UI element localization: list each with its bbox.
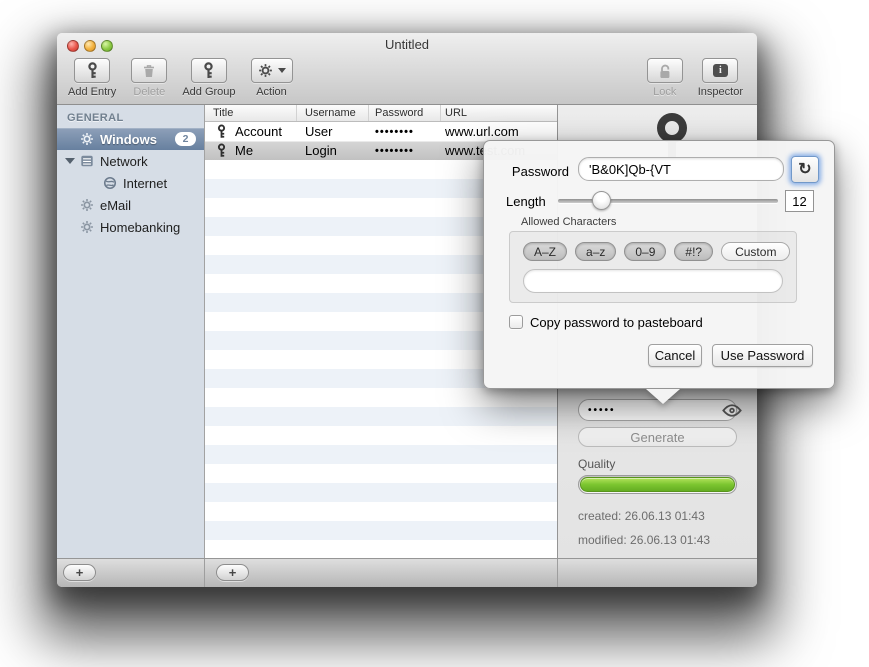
sidebar-section-header: GENERAL: [57, 105, 204, 128]
length-value-input[interactable]: [785, 190, 814, 212]
disclosure-triangle-icon[interactable]: [65, 158, 75, 164]
screenshot-canvas: Untitled Add Entry Delete Add Group: [0, 0, 869, 667]
password-label: Password: [506, 164, 569, 179]
generate-button[interactable]: Generate: [578, 427, 737, 447]
gear-icon: [80, 198, 94, 212]
sidebar-item-windows[interactable]: Windows 2: [57, 128, 204, 150]
charset-symbols-toggle[interactable]: #!?: [674, 242, 713, 261]
divider: [204, 559, 205, 587]
regenerate-button[interactable]: ↻: [791, 156, 819, 183]
length-slider-thumb[interactable]: [592, 191, 611, 210]
password-generator-popover: Password ↻ Length Allowed Characters A–Z…: [483, 140, 835, 389]
zoom-traffic-light[interactable]: [101, 40, 113, 52]
server-icon: [80, 154, 94, 168]
toolbar: Add Entry Delete Add Group Acti: [57, 55, 757, 105]
sidebar-item-internet[interactable]: Internet: [57, 172, 204, 194]
window-chrome: Untitled Add Entry Delete Add Group: [57, 33, 757, 105]
key-icon: [217, 143, 226, 158]
eye-icon[interactable]: [722, 404, 742, 417]
window-title: Untitled: [57, 33, 757, 56]
allowed-characters-groupbox: A–Z a–z 0–9 #!? Custom: [509, 231, 797, 303]
key-icon: [203, 62, 214, 79]
popover-arrow: [646, 389, 680, 404]
quality-progress-fill: [580, 477, 735, 492]
gear-icon: [258, 63, 273, 78]
toolbar-delete[interactable]: Delete: [131, 58, 167, 98]
titlebar[interactable]: Untitled: [57, 33, 757, 55]
quality-label: Quality: [578, 457, 615, 471]
add-group-plus-button[interactable]: +: [63, 564, 96, 581]
charset-lowercase-toggle[interactable]: a–z: [575, 242, 616, 261]
copy-to-pasteboard-checkbox[interactable]: [509, 315, 523, 329]
use-password-button[interactable]: Use Password: [712, 344, 813, 367]
refresh-icon: ↻: [798, 161, 811, 178]
cancel-button[interactable]: Cancel: [648, 344, 702, 367]
sidebar-item-email[interactable]: eMail: [57, 194, 204, 216]
allowed-characters-label: Allowed Characters: [521, 216, 616, 228]
sidebar: GENERAL Windows 2 Network Internet: [57, 105, 205, 558]
add-entry-plus-button[interactable]: +: [216, 564, 249, 581]
toolbar-add-entry[interactable]: Add Entry: [68, 58, 116, 98]
globe-icon: [103, 176, 117, 190]
toolbar-add-group[interactable]: Add Group: [182, 58, 235, 98]
modified-timestamp: modified: 26.06.13 01:43: [578, 533, 710, 547]
custom-characters-input[interactable]: [523, 269, 783, 293]
close-traffic-light[interactable]: [67, 40, 79, 52]
bottom-bar: + +: [57, 558, 757, 587]
toolbar-action[interactable]: Action: [251, 58, 293, 98]
length-label: Length: [506, 194, 546, 209]
divider: [557, 559, 558, 587]
table-header: Title Username Password URL: [205, 105, 557, 122]
minimize-traffic-light[interactable]: [84, 40, 96, 52]
sidebar-item-homebanking[interactable]: Homebanking: [57, 216, 204, 238]
key-icon: [87, 62, 98, 79]
gear-icon: [80, 220, 94, 234]
quality-progress-bar: [578, 475, 737, 494]
info-icon: i: [713, 64, 728, 77]
column-header-password[interactable]: Password: [369, 105, 441, 121]
column-header-title[interactable]: Title: [205, 105, 297, 121]
length-slider-track[interactable]: [558, 199, 778, 203]
toolbar-inspector[interactable]: i Inspector: [698, 58, 743, 98]
toolbar-lock[interactable]: Lock: [647, 58, 683, 98]
count-badge: 2: [175, 132, 196, 146]
created-timestamp: created: 26.06.13 01:43: [578, 509, 705, 523]
trash-icon: [141, 63, 157, 79]
table-row[interactable]: Account User •••••••• www.url.com: [205, 122, 557, 141]
charset-digits-toggle[interactable]: 0–9: [624, 242, 666, 261]
padlock-open-icon: [657, 63, 673, 79]
charset-uppercase-toggle[interactable]: A–Z: [523, 242, 567, 261]
chevron-down-icon: [278, 68, 286, 73]
gear-icon: [80, 132, 94, 146]
column-header-url[interactable]: URL: [441, 105, 557, 121]
copy-to-pasteboard-label: Copy password to pasteboard: [530, 315, 703, 330]
generated-password-input[interactable]: [578, 157, 784, 181]
entry-password-input[interactable]: [588, 405, 722, 416]
charset-custom-toggle[interactable]: Custom: [721, 242, 790, 261]
column-header-username[interactable]: Username: [297, 105, 369, 121]
sidebar-item-network[interactable]: Network: [57, 150, 204, 172]
key-icon: [217, 124, 226, 139]
